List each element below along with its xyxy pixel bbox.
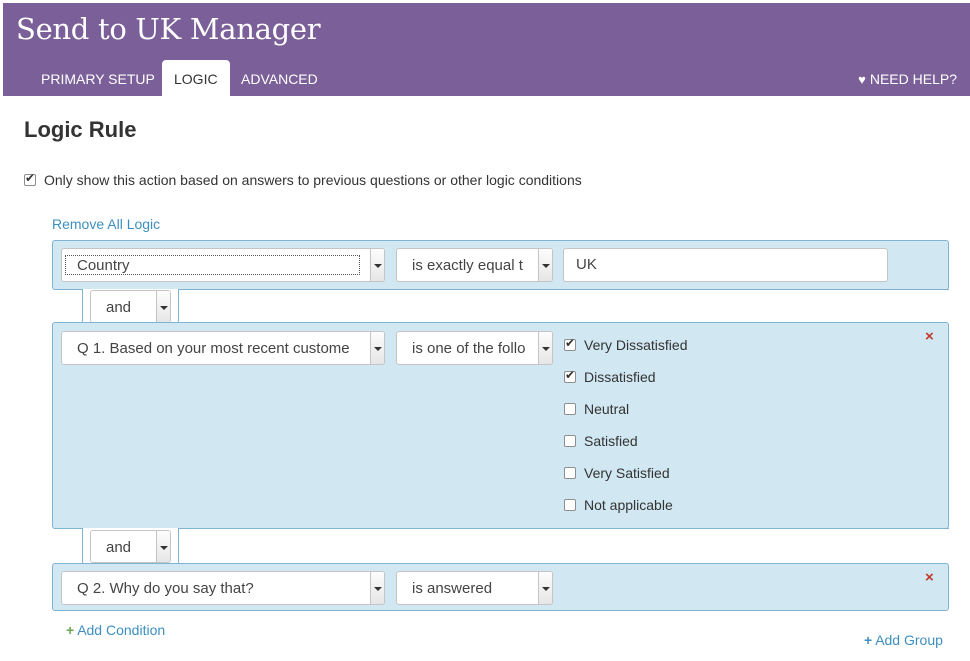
connector-select-2-value: and — [106, 539, 132, 556]
chevron-down-icon — [370, 249, 384, 281]
connector-select-1[interactable]: and — [90, 290, 171, 323]
need-help-link[interactable]: ♥ NEED HELP? — [858, 60, 957, 96]
option-label: Very Dissatisfied — [584, 337, 688, 353]
condition-row-1: Country is exactly equal t UK — [52, 240, 949, 290]
add-group-link[interactable]: + Add Group — [864, 632, 943, 648]
operator-select-3-value: is answered — [412, 580, 493, 597]
page-header-title: Send to UK Manager — [16, 12, 321, 46]
chevron-down-icon — [370, 572, 384, 604]
close-icon[interactable]: × — [925, 328, 934, 345]
operator-select-3[interactable]: is answered — [396, 571, 553, 605]
add-condition-label: Add Condition — [77, 622, 166, 638]
connector-line — [179, 528, 949, 529]
condition-row-2: Q 1. Based on your most recent custome i… — [52, 322, 949, 529]
option-label: Not applicable — [584, 497, 673, 513]
close-icon[interactable]: × — [925, 569, 934, 586]
option-very-dissatisfied: Very Dissatisfied — [564, 336, 688, 353]
option-checkbox[interactable] — [564, 435, 576, 447]
option-dissatisfied: Dissatisfied — [564, 368, 656, 385]
plus-icon: + — [864, 632, 873, 648]
app-header: Send to UK Manager PRIMARY SETUP LOGIC A… — [3, 3, 970, 96]
chevron-down-icon — [156, 531, 170, 562]
tab-primary-setup[interactable]: PRIMARY SETUP — [29, 60, 167, 96]
option-label: Satisfied — [584, 433, 638, 449]
need-help-label: NEED HELP? — [869, 71, 957, 87]
logic-rule-title: Logic Rule — [24, 117, 137, 142]
tab-advanced[interactable]: ADVANCED — [229, 60, 330, 96]
option-satisfied: Satisfied — [564, 433, 638, 449]
question-select-3-value: Q 2. Why do you say that? — [77, 580, 254, 597]
option-checkbox[interactable] — [564, 403, 576, 415]
option-label: Neutral — [584, 401, 630, 417]
option-label: Very Satisfied — [584, 465, 670, 481]
tab-logic[interactable]: LOGIC — [162, 60, 230, 96]
remove-all-logic-link[interactable]: Remove All Logic — [52, 216, 160, 232]
operator-select-2[interactable]: is one of the follo — [396, 331, 553, 365]
question-select-2[interactable]: Q 1. Based on your most recent custome — [61, 331, 385, 365]
chevron-down-icon — [538, 249, 552, 281]
question-select-3[interactable]: Q 2. Why do you say that? — [61, 571, 385, 605]
connector-select-2[interactable]: and — [90, 530, 171, 563]
option-neutral: Neutral — [564, 401, 629, 417]
operator-select-2-value: is one of the follo — [412, 340, 526, 357]
logic-toggle-row: Only show this action based on answers t… — [24, 171, 582, 188]
operator-select-1[interactable]: is exactly equal t — [396, 248, 553, 282]
option-checkbox[interactable] — [564, 467, 576, 479]
option-label: Dissatisfied — [584, 369, 656, 385]
operator-select-1-value: is exactly equal t — [412, 257, 523, 274]
question-select-1-value: Country — [77, 257, 130, 274]
option-checkbox[interactable] — [564, 368, 576, 383]
option-checkbox[interactable] — [564, 499, 576, 511]
logic-toggle-label: Only show this action based on answers t… — [44, 172, 582, 188]
option-not-applicable: Not applicable — [564, 497, 673, 513]
connector-line — [179, 289, 949, 290]
option-very-satisfied: Very Satisfied — [564, 465, 670, 481]
logic-toggle-checkbox[interactable] — [24, 171, 36, 186]
chevron-down-icon — [538, 332, 552, 364]
condition-row-3: Q 2. Why do you say that? is answered × — [52, 563, 949, 611]
chevron-down-icon — [370, 332, 384, 364]
add-group-label: Add Group — [875, 632, 943, 648]
question-select-2-value: Q 1. Based on your most recent custome — [77, 340, 350, 357]
chevron-down-icon — [156, 291, 170, 322]
chevron-down-icon — [538, 572, 552, 604]
add-condition-link[interactable]: + Add Condition — [66, 622, 165, 638]
option-checkbox[interactable] — [564, 336, 576, 351]
heart-icon: ♥ — [858, 72, 866, 87]
value-input-1[interactable]: UK — [563, 248, 888, 282]
question-select-1[interactable]: Country — [61, 248, 385, 282]
plus-icon: + — [66, 622, 75, 638]
connector-select-1-value: and — [106, 299, 132, 316]
